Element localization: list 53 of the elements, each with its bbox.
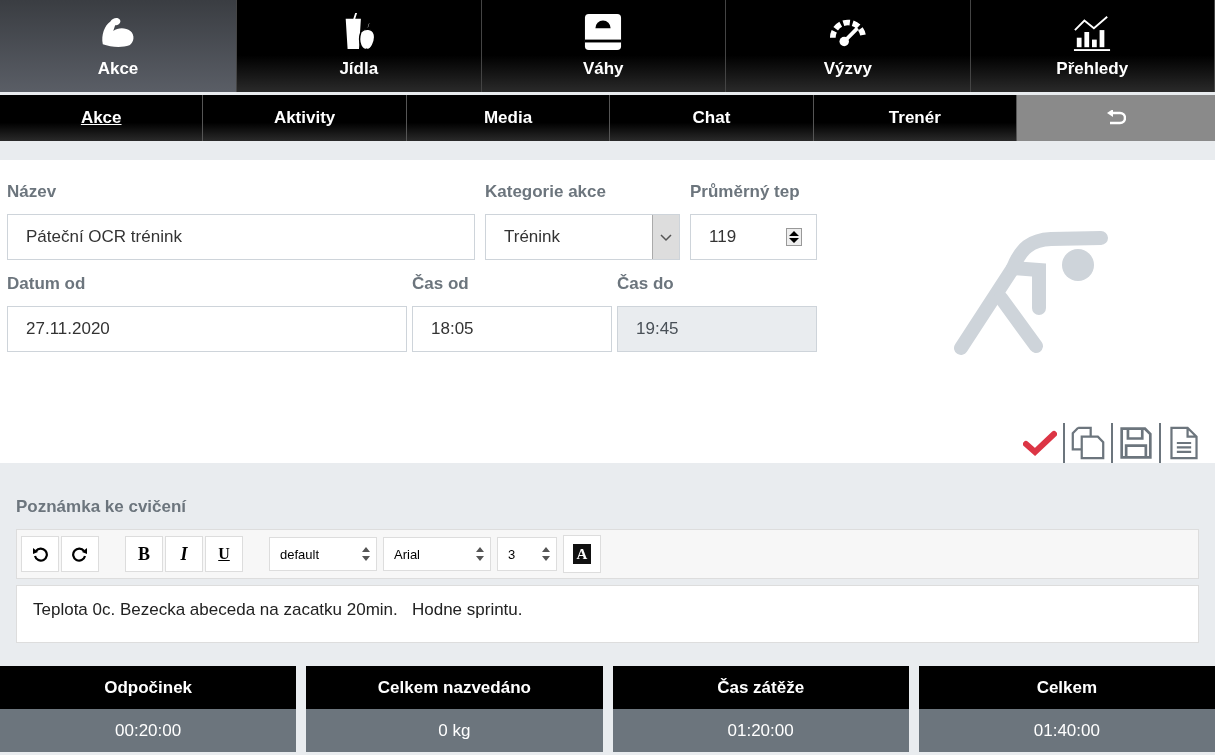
toolbar-select[interactable]: default [269, 537, 377, 571]
stat-value: 00:20:00 [0, 709, 297, 752]
field-label: Název [7, 182, 58, 202]
text-field[interactable]: 27.11.2020 [7, 306, 407, 352]
main-nav-tab[interactable]: Váhy [481, 0, 726, 92]
undo-button[interactable] [21, 536, 59, 572]
copy-icon[interactable] [1071, 426, 1105, 460]
scale-icon [584, 13, 623, 51]
sub-nav-tab[interactable]: Aktivity [203, 95, 407, 141]
stat-title: Celkem [918, 666, 1215, 709]
stat-title: Odpočinek [0, 666, 297, 709]
italic-button[interactable]: I [165, 536, 203, 572]
document-icon[interactable] [1167, 426, 1201, 460]
bold-button[interactable]: B [125, 536, 163, 572]
note-editor[interactable]: Teplota 0c. Bezecka abeceda na zacatku 20min. Hodne sprintu. [16, 585, 1199, 643]
up-down-arrows-icon [542, 546, 550, 562]
sub-nav-tab[interactable]: Trenér [813, 95, 1018, 141]
stat-title: Celkem nazvedáno [306, 666, 603, 709]
text-field[interactable]: 18:05 [412, 306, 612, 352]
field-label: Čas do [617, 274, 675, 294]
undo-icon [32, 546, 48, 562]
stat-value: 01:20:00 [612, 709, 909, 752]
sub-nav-tab[interactable]: Media [406, 95, 611, 141]
up-down-arrows-icon [362, 546, 370, 562]
category-select[interactable]: Trénink [485, 214, 680, 260]
underline-button[interactable]: U [205, 536, 243, 572]
number-field[interactable]: 119 [690, 214, 817, 260]
main-nav-tab[interactable]: Akce [0, 0, 237, 92]
note-label: Poznámka ke cvičení [16, 497, 188, 517]
redo-icon [72, 546, 88, 562]
toolbar-select[interactable]: 3 [497, 537, 557, 571]
bar-chart-icon [1073, 13, 1112, 51]
main-nav-tab[interactable]: Výzvy [726, 0, 971, 92]
main-nav-tab[interactable]: Jídla [237, 0, 482, 92]
field-label: Průměrný tep [690, 182, 801, 202]
return-arrow-icon [1106, 110, 1127, 126]
field-label: Datum od [7, 274, 87, 294]
text-field: 19:45 [617, 306, 817, 352]
stretching-person-icon [951, 228, 1111, 358]
stat-value: 01:40:00 [918, 709, 1215, 752]
stat-title: Čas zátěže [612, 666, 909, 709]
spinner-arrows-icon[interactable] [786, 228, 802, 246]
sub-nav-tab[interactable]: Akce [0, 95, 204, 141]
main-nav-tab[interactable]: Přehledy [970, 0, 1215, 92]
sub-nav-tab[interactable]: Chat [610, 95, 814, 141]
text-field[interactable]: Páteční OCR trénink [7, 214, 475, 260]
field-label: Kategorie akce [485, 182, 607, 202]
stat-value: 0 kg [306, 709, 603, 752]
field-label: Čas od [412, 274, 470, 294]
toolbar-select[interactable]: Arial [383, 537, 491, 571]
up-down-arrows-icon [476, 546, 484, 562]
redo-button[interactable] [61, 536, 99, 572]
text-color-button[interactable]: A [563, 535, 601, 573]
